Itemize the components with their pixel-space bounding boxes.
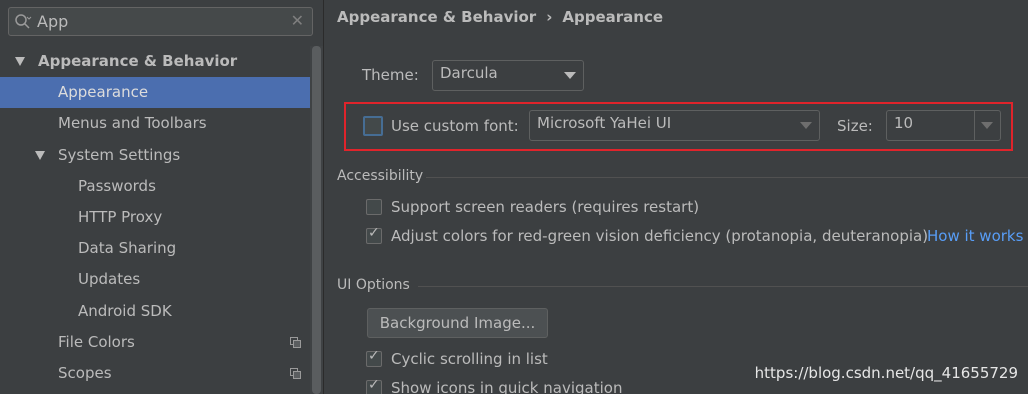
tree-item-system-settings[interactable]: System Settings: [0, 140, 323, 171]
tree-item-label: Updates: [78, 270, 141, 289]
expand-arrow-icon[interactable]: [35, 150, 45, 160]
adjust-colors-checkbox[interactable]: ✓: [366, 225, 382, 244]
font-family-value: Microsoft YaHei UI: [537, 114, 672, 132]
tree-item-updates[interactable]: Updates: [0, 264, 323, 295]
theme-label: Theme:: [362, 66, 419, 84]
settings-tree: Appearance & Behavior Appearance Menus and…: [0, 46, 323, 389]
tree-item-file-colors[interactable]: File Colors: [0, 327, 323, 358]
project-level-icon: [290, 367, 301, 379]
tree-item-http-proxy[interactable]: HTTP Proxy: [0, 202, 323, 233]
theme-dropdown-value: Darcula: [440, 64, 498, 82]
tree-item-label: HTTP Proxy: [78, 207, 163, 226]
background-image-button[interactable]: Background Image...: [367, 308, 548, 338]
checkmark-icon: ✓: [368, 377, 380, 393]
project-level-icon: [290, 336, 301, 348]
accessibility-section-title: Accessibility: [337, 168, 424, 184]
tree-item-appearance[interactable]: Appearance: [0, 77, 323, 109]
tree-item-label: Appearance: [58, 83, 149, 102]
combo-separator: [974, 111, 975, 140]
appearance-settings-panel: Appearance & Behavior › Appearance Theme: …: [324, 0, 1028, 394]
tree-item-label: Scopes: [58, 363, 112, 382]
cyclic-scrolling-checkbox[interactable]: ✓: [366, 348, 382, 367]
breadcrumb-current: Appearance: [562, 8, 664, 26]
tree-item-label: System Settings: [58, 145, 181, 164]
section-divider: [426, 177, 1028, 178]
breadcrumb: Appearance & Behavior › Appearance: [337, 8, 663, 26]
tree-item-android-sdk[interactable]: Android SDK: [0, 296, 323, 327]
search-input[interactable]: [37, 10, 287, 33]
tree-item-label: Appearance & Behavior: [38, 52, 238, 70]
how-it-works-link[interactable]: How it works: [927, 227, 1023, 245]
chevron-down-icon: [564, 72, 576, 79]
tree-item-label: Menus and Toolbars: [58, 114, 207, 133]
tree-item-label: Android SDK: [78, 301, 172, 320]
show-icons-label: Show icons in quick navigation: [391, 379, 623, 394]
ui-options-section-title: UI Options: [337, 277, 410, 293]
use-custom-font-label: Use custom font:: [391, 117, 519, 135]
font-size-combobox[interactable]: 10: [886, 110, 1001, 141]
screen-readers-label: Support screen readers (requires restart…: [391, 198, 700, 216]
tree-item-passwords[interactable]: Passwords: [0, 171, 323, 202]
checkmark-icon: ✓: [368, 225, 380, 241]
chevron-down-icon: [981, 122, 993, 129]
breadcrumb-parent: Appearance & Behavior: [337, 8, 537, 26]
search-icon: [15, 14, 32, 29]
font-size-value: 10: [894, 114, 914, 132]
tree-item-label: File Colors: [58, 332, 135, 351]
use-custom-font-checkbox[interactable]: [363, 116, 383, 136]
adjust-colors-label: Adjust colors for red-green vision defic…: [391, 227, 929, 245]
sidebar-scrollbar-thumb[interactable]: [312, 46, 321, 394]
clear-search-icon[interactable]: ✕: [291, 11, 304, 30]
settings-search-box[interactable]: ✕: [8, 7, 313, 36]
tree-item-appearance-behavior[interactable]: Appearance & Behavior: [0, 46, 323, 77]
watermark-text: https://blog.csdn.net/qq_41655729: [754, 364, 1018, 382]
font-size-label: Size:: [837, 117, 873, 135]
show-icons-checkbox[interactable]: ✓: [366, 377, 382, 394]
checkmark-icon: ✓: [368, 348, 380, 364]
section-divider: [418, 286, 1028, 287]
theme-dropdown[interactable]: Darcula: [432, 60, 584, 91]
cyclic-scrolling-label: Cyclic scrolling in list: [391, 350, 548, 368]
tree-item-label: Data Sharing: [78, 239, 177, 258]
settings-sidebar: ✕ Appearance & Behavior Appearance Menus a…: [0, 0, 323, 394]
tree-item-data-sharing[interactable]: Data Sharing: [0, 233, 323, 264]
chevron-down-icon: [800, 122, 812, 129]
tree-item-menus-and-toolbars[interactable]: Menus and Toolbars: [0, 108, 323, 139]
screen-readers-checkbox[interactable]: [366, 199, 382, 215]
sidebar-scrollbar[interactable]: [310, 46, 323, 394]
expand-arrow-icon[interactable]: [15, 57, 25, 66]
tree-item-scopes[interactable]: Scopes: [0, 358, 323, 389]
tree-item-label: Passwords: [78, 176, 156, 195]
font-family-dropdown[interactable]: Microsoft YaHei UI: [529, 110, 820, 141]
breadcrumb-separator: ›: [546, 8, 553, 26]
